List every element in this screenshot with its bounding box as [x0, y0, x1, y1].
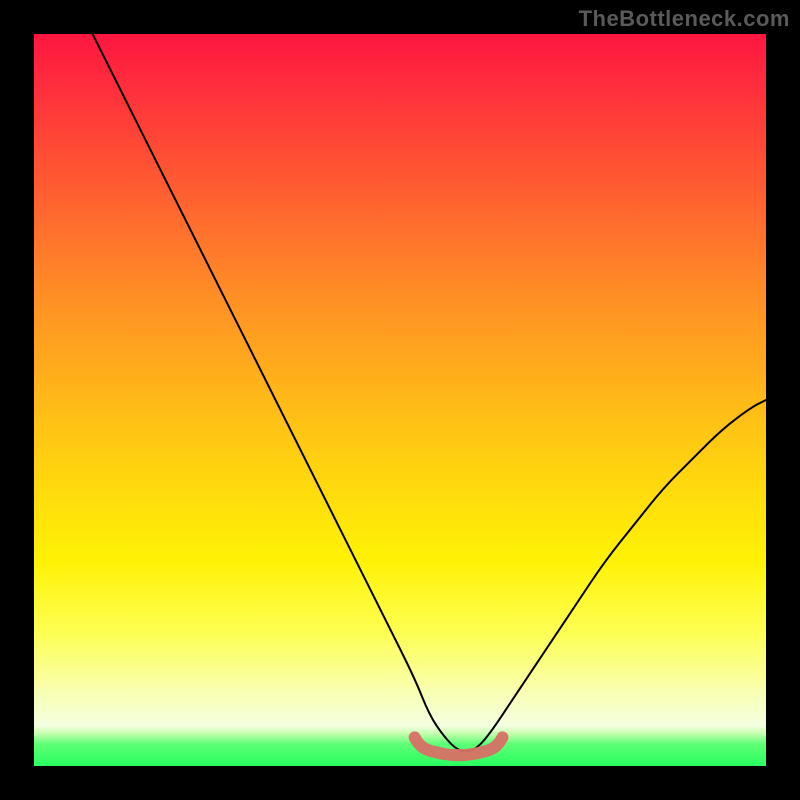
chart-svg	[34, 34, 766, 766]
chart-frame: TheBottleneck.com	[0, 0, 800, 800]
bottleneck-curve	[93, 34, 766, 751]
optimal-valley-marker	[415, 737, 503, 755]
watermark-text: TheBottleneck.com	[579, 6, 790, 32]
plot-area	[34, 34, 766, 766]
